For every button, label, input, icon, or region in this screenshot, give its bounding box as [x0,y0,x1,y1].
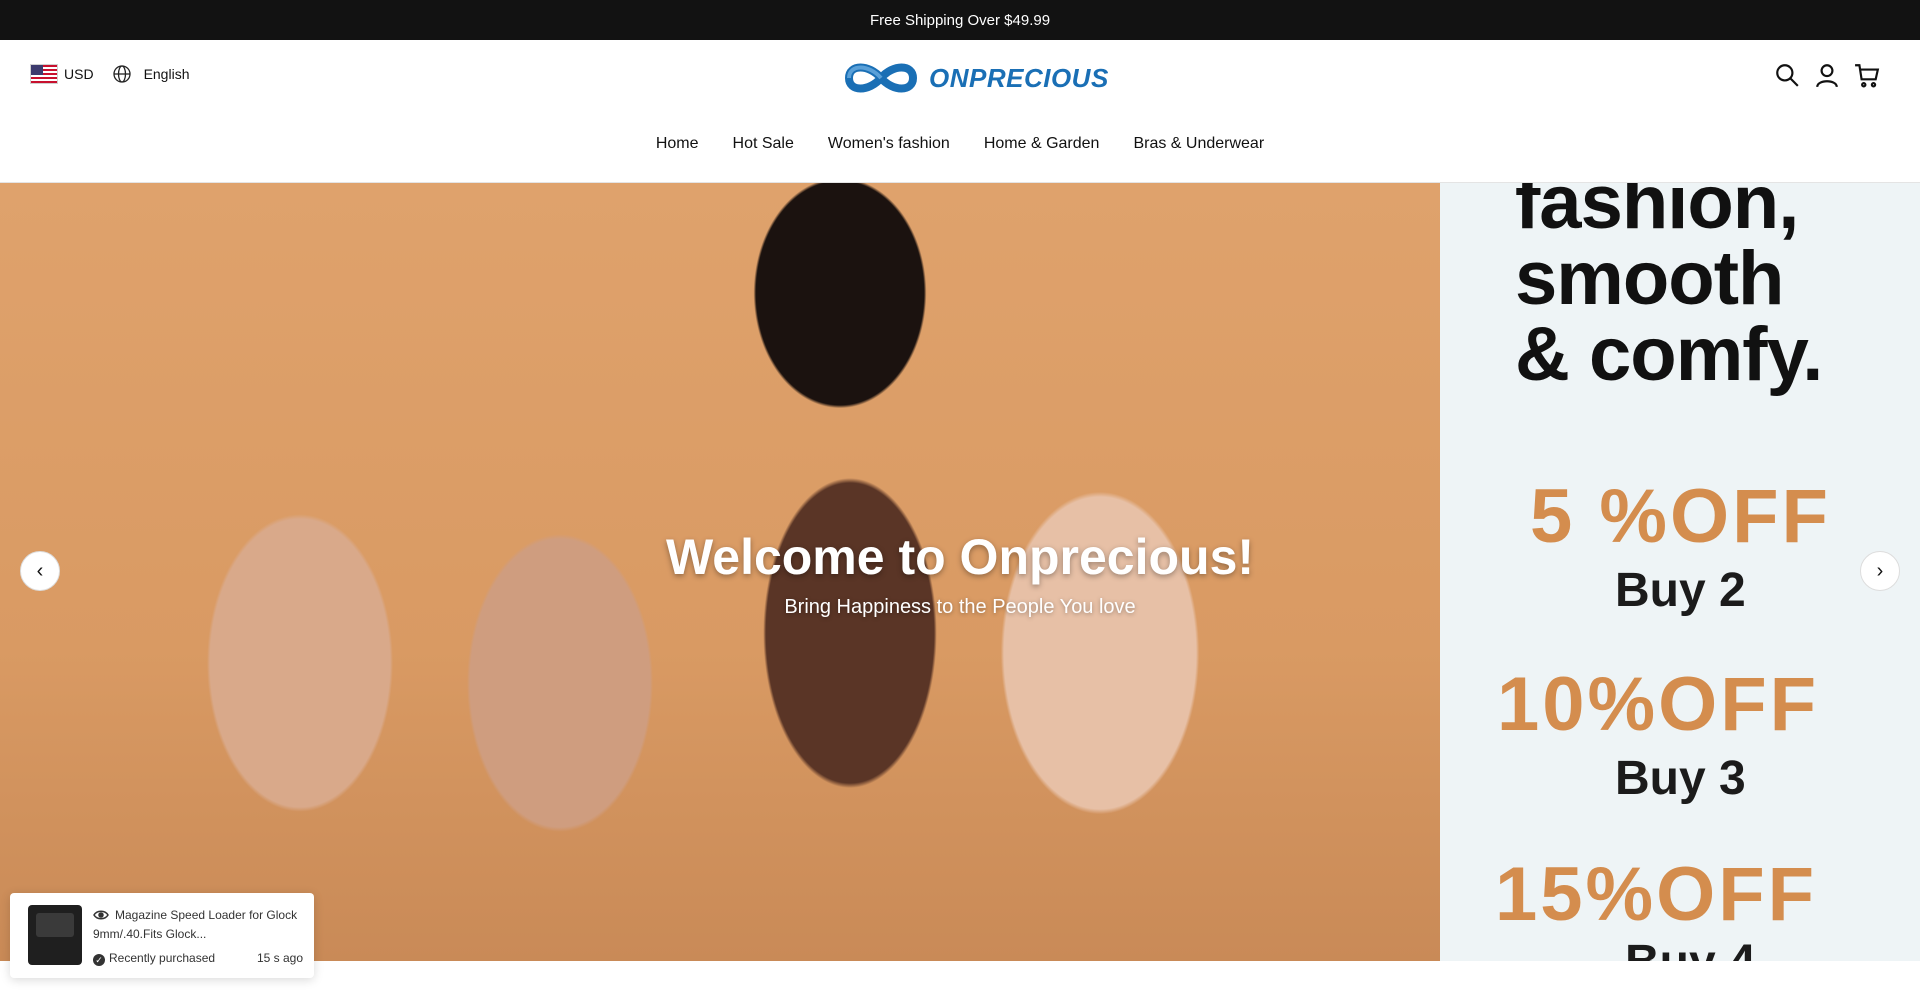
hero-slideshow: fashion, smooth & comfy. 5 %OFF Buy 2 10… [0,183,1920,961]
locale-selector: USD English [30,64,189,84]
popup-status-text: Recently purchased [109,951,216,965]
nav-item-bras-underwear[interactable]: Bras & Underwear [1133,135,1264,153]
hero-title: Welcome to Onprecious! [665,529,1255,585]
next-slide-button[interactable]: › [1860,551,1900,591]
site-logo[interactable]: ONPRECIOUS [841,56,1109,100]
account-icon[interactable] [1814,62,1840,88]
nav-item-home-garden[interactable]: Home & Garden [984,135,1100,153]
cart-icon[interactable] [1854,62,1880,88]
nav-item-home[interactable]: Home [656,135,699,153]
logo-text: ONPRECIOUS [929,62,1109,93]
infinity-logo-icon [844,63,918,93]
currency-selector[interactable]: USD [64,66,94,82]
language-selector[interactable]: English [144,66,190,82]
us-flag-icon[interactable] [30,64,58,84]
chevron-left-icon: ‹ [36,559,44,582]
popup-product[interactable]: Magazine Speed Loader for Glock 9mm/.40.… [93,906,313,944]
promo-headline: fashion, smooth & comfy. [1515,183,1823,397]
site-header: USD English ONPRECIOUS Home Hot Sale Wom… [0,40,1920,183]
search-icon[interactable] [1774,62,1800,88]
offer-percent: 15%OFF [1495,852,1818,937]
recent-purchase-popup[interactable]: Magazine Speed Loader for Glock 9mm/.40.… [10,893,314,978]
offer-buy: Buy 4 [1625,935,1756,961]
promo-headline-line: smooth [1515,236,1784,321]
main-nav: Home Hot Sale Women's fashion Home & Gar… [0,135,1920,153]
prev-slide-button[interactable]: ‹ [20,551,60,591]
product-thumbnail[interactable] [28,905,82,965]
header-icons [1760,62,1880,88]
promo-headline-line: & comfy. [1515,312,1823,397]
offer-percent: 10%OFF [1497,662,1820,747]
popup-time: 15 s ago [256,951,303,965]
check-circle-icon: ✓ [93,954,105,966]
chevron-right-icon: › [1876,559,1884,582]
announcement-bar: Free Shipping Over $49.99 [0,0,1920,40]
hero-subtitle: Bring Happiness to the People You love [784,596,1136,618]
popup-product-name[interactable]: Magazine Speed Loader for Glock 9mm/.40.… [93,908,297,941]
nav-item-womens-fashion[interactable]: Women's fashion [828,135,950,153]
promo-headline-line: fashion, [1515,183,1799,245]
globe-icon[interactable] [112,64,132,84]
popup-meta: ✓ Recently purchased 15 s ago [93,951,303,966]
nav-item-hot-sale[interactable]: Hot Sale [733,135,794,153]
announcement-text: Free Shipping Over $49.99 [869,11,1051,29]
popup-status: ✓ Recently purchased [93,951,215,966]
offer-buy: Buy 3 [1615,752,1746,805]
eye-icon [93,910,109,920]
